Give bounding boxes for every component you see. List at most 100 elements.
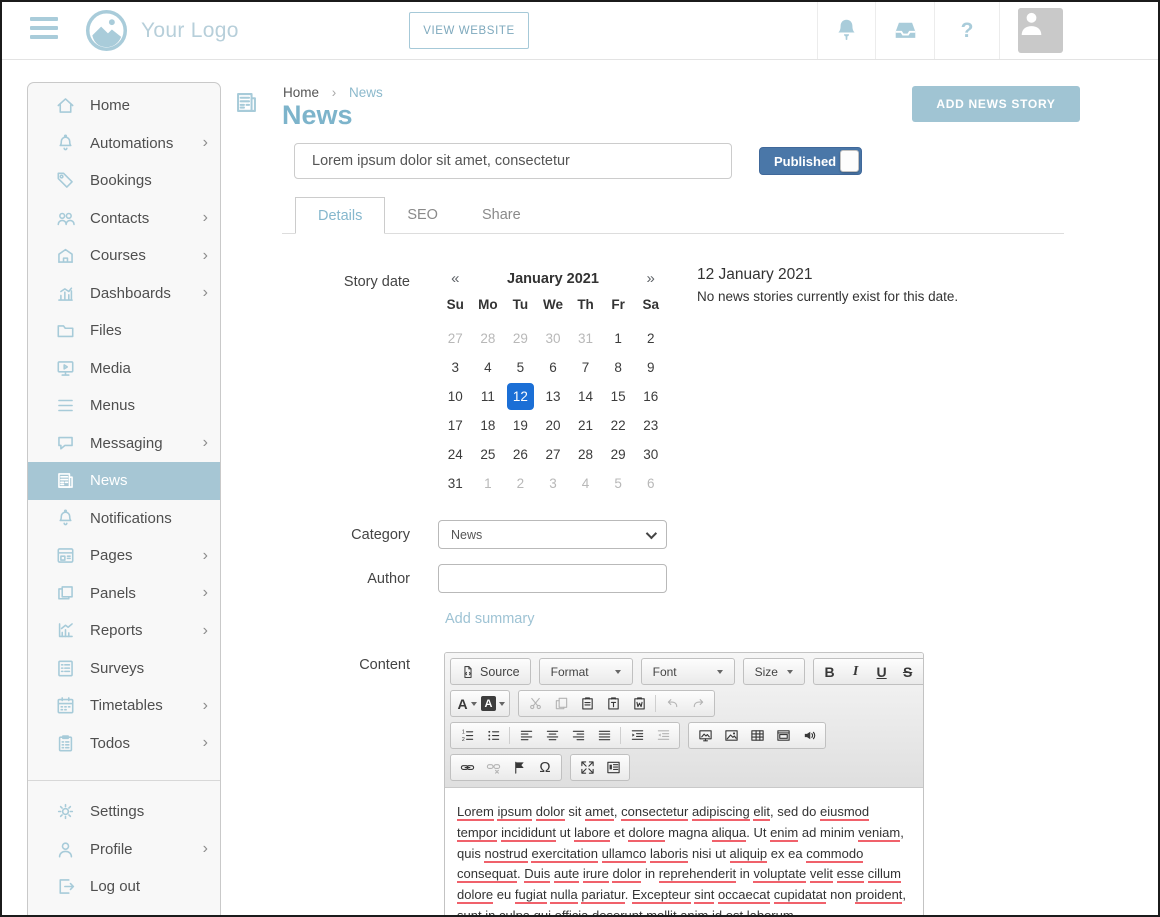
sidebar-item-automations[interactable]: Automations› (28, 125, 220, 163)
underline-button[interactable]: U (869, 660, 895, 683)
calendar-day[interactable]: 6 (634, 469, 667, 498)
add-news-story-button[interactable]: ADD NEWS STORY (912, 86, 1080, 122)
breadcrumb-home-link[interactable]: Home (283, 85, 319, 100)
hamburger-menu-icon[interactable] (30, 17, 58, 41)
sidebar-item-notifications[interactable]: Notifications (28, 500, 220, 538)
calendar-day[interactable]: 24 (439, 440, 472, 469)
sidebar-item-home[interactable]: Home (28, 87, 220, 125)
calendar-day[interactable]: 28 (472, 324, 505, 353)
sidebar-item-profile[interactable]: Profile› (28, 831, 220, 869)
sidebar-item-bookings[interactable]: Bookings (28, 162, 220, 200)
calendar-day[interactable]: 25 (472, 440, 505, 469)
view-website-button[interactable]: VIEW WEBSITE (409, 12, 529, 49)
size-dropdown[interactable]: Size (747, 660, 801, 683)
redo-button[interactable] (685, 692, 711, 715)
numbered-list-button[interactable]: 12 (454, 724, 480, 747)
maximize-button[interactable] (574, 756, 600, 779)
breadcrumb-current[interactable]: News (349, 85, 383, 100)
align-right-button[interactable] (565, 724, 591, 747)
calendar-day[interactable]: 15 (602, 382, 635, 411)
category-select[interactable]: News (438, 520, 667, 549)
calendar-day[interactable]: 31 (439, 469, 472, 498)
background-color-button[interactable]: A (480, 692, 506, 715)
paste-button[interactable] (574, 692, 600, 715)
calendar-day[interactable]: 13 (537, 382, 570, 411)
tab-share[interactable]: Share (460, 197, 543, 233)
audio-button[interactable] (796, 724, 822, 747)
calendar-day[interactable]: 1 (602, 324, 635, 353)
calendar-day[interactable]: 5 (504, 353, 537, 382)
calendar-day[interactable]: 18 (472, 411, 505, 440)
add-summary-link[interactable]: Add summary (445, 611, 534, 627)
sidebar-item-courses[interactable]: Courses› (28, 237, 220, 275)
sidebar-item-surveys[interactable]: Surveys (28, 650, 220, 688)
calendar-day[interactable]: 16 (634, 382, 667, 411)
sidebar-item-messaging[interactable]: Messaging› (28, 425, 220, 463)
sidebar-item-todos[interactable]: Todos› (28, 725, 220, 763)
format-dropdown[interactable]: Format (543, 660, 629, 683)
help-button[interactable]: ? (934, 2, 999, 59)
story-heading-input[interactable] (294, 143, 732, 179)
tab-details[interactable]: Details (295, 197, 385, 234)
calendar-day[interactable]: 3 (537, 469, 570, 498)
special-character-button[interactable]: Ω (532, 756, 558, 779)
sidebar-item-dashboards[interactable]: Dashboards› (28, 275, 220, 313)
link-button[interactable] (454, 756, 480, 779)
strikethrough-button[interactable]: S (895, 660, 921, 683)
author-input[interactable] (438, 564, 667, 593)
calendar-prev-button[interactable]: « (439, 270, 472, 287)
align-center-button[interactable] (539, 724, 565, 747)
sidebar-item-media[interactable]: Media (28, 350, 220, 388)
paste-as-text-button[interactable] (600, 692, 626, 715)
align-left-button[interactable] (513, 724, 539, 747)
sidebar-item-pages[interactable]: Pages› (28, 537, 220, 575)
calendar-day[interactable]: 27 (439, 324, 472, 353)
calendar-day[interactable]: 3 (439, 353, 472, 382)
cut-button[interactable] (522, 692, 548, 715)
tab-seo[interactable]: SEO (385, 197, 460, 233)
calendar-day[interactable]: 21 (569, 411, 602, 440)
font-dropdown[interactable]: Font (645, 660, 731, 683)
sidebar-item-log-out[interactable]: Log out (28, 868, 220, 906)
editor-content[interactable]: Lorem ipsum dolor sit amet, consectetur … (445, 788, 923, 917)
calendar-day[interactable]: 5 (602, 469, 635, 498)
iframe-button[interactable] (770, 724, 796, 747)
copy-button[interactable] (548, 692, 574, 715)
paste-from-word-button[interactable] (626, 692, 652, 715)
inbox-button[interactable] (875, 2, 934, 59)
bold-button[interactable]: B (817, 660, 843, 683)
calendar-day[interactable]: 26 (504, 440, 537, 469)
calendar-day[interactable]: 19 (504, 411, 537, 440)
calendar-day[interactable]: 23 (634, 411, 667, 440)
calendar-day[interactable]: 29 (504, 324, 537, 353)
italic-button[interactable]: I (843, 660, 869, 683)
image-button[interactable] (718, 724, 744, 747)
calendar-day[interactable]: 14 (569, 382, 602, 411)
calendar-day[interactable]: 4 (472, 353, 505, 382)
calendar-next-button[interactable]: » (634, 270, 667, 287)
calendar-day[interactable]: 28 (569, 440, 602, 469)
undo-button[interactable] (659, 692, 685, 715)
source-button[interactable]: Source (454, 660, 527, 683)
calendar-day[interactable]: 7 (569, 353, 602, 382)
calendar-day[interactable]: 9 (634, 353, 667, 382)
calendar-day[interactable]: 29 (602, 440, 635, 469)
indent-button[interactable] (624, 724, 650, 747)
calendar-day[interactable]: 20 (537, 411, 570, 440)
calendar-day[interactable]: 1 (472, 469, 505, 498)
calendar-day[interactable]: 30 (537, 324, 570, 353)
sidebar-item-settings[interactable]: Settings (28, 793, 220, 831)
show-blocks-button[interactable] (600, 756, 626, 779)
published-toggle[interactable]: Published (759, 147, 862, 175)
calendar-day[interactable]: 30 (634, 440, 667, 469)
outdent-button[interactable] (650, 724, 676, 747)
calendar-day[interactable]: 27 (537, 440, 570, 469)
sidebar-item-news[interactable]: News (28, 462, 220, 500)
calendar-day[interactable]: 17 (439, 411, 472, 440)
unlink-button[interactable] (480, 756, 506, 779)
sidebar-item-files[interactable]: Files (28, 312, 220, 350)
anchor-button[interactable] (506, 756, 532, 779)
notifications-bell-button[interactable] (817, 2, 875, 59)
calendar-day[interactable]: 8 (602, 353, 635, 382)
sidebar-item-menus[interactable]: Menus (28, 387, 220, 425)
